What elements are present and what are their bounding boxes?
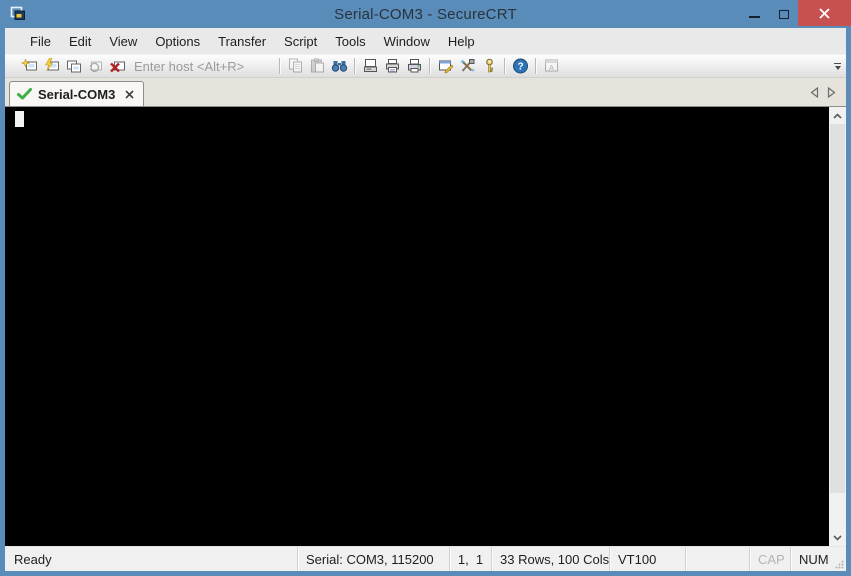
- menu-script[interactable]: Script: [275, 30, 326, 53]
- scroll-tabs-right-icon: [827, 86, 836, 98]
- help-icon: ?: [512, 58, 528, 74]
- menu-edit[interactable]: Edit: [60, 30, 100, 53]
- tab-serial-com3[interactable]: Serial-COM3: [9, 81, 145, 106]
- menu-view[interactable]: View: [100, 30, 146, 53]
- tab-close-icon: [125, 89, 134, 99]
- statusbar: Ready Serial: COM3, 115200 1, 1 33 Rows,…: [5, 546, 846, 571]
- session-options-icon: [438, 60, 453, 74]
- paste-button[interactable]: [306, 56, 328, 76]
- resize-grip-icon: [835, 560, 844, 569]
- find-icon: [331, 61, 347, 72]
- file-transfer-button[interactable]: A: [540, 56, 562, 76]
- global-options-button[interactable]: [456, 56, 478, 76]
- connect-button[interactable]: [18, 56, 40, 76]
- scrollbar-thumb[interactable]: [830, 124, 845, 493]
- print-icon: [407, 59, 421, 73]
- paste-icon: [310, 58, 324, 73]
- print-setup-button[interactable]: [381, 56, 403, 76]
- close-button[interactable]: [798, 0, 851, 26]
- help-button[interactable]: ?: [509, 56, 531, 76]
- menu-file[interactable]: File: [21, 30, 60, 53]
- tabbar: Serial-COM3: [5, 78, 846, 106]
- titlebar[interactable]: Serial-COM3 - SecureCRT: [0, 0, 851, 28]
- status-ready: Ready: [14, 551, 52, 567]
- menu-transfer[interactable]: Transfer: [209, 30, 275, 53]
- connected-check-icon: [17, 88, 32, 100]
- menu-tools[interactable]: Tools: [326, 30, 374, 53]
- global-options-icon: [459, 59, 475, 73]
- menu-help[interactable]: Help: [439, 30, 484, 53]
- maximize-button[interactable]: [769, 0, 798, 26]
- reconnect-button[interactable]: [84, 56, 106, 76]
- scroll-tabs-left-icon: [810, 86, 819, 98]
- menu-window[interactable]: Window: [375, 30, 439, 53]
- svg-text:A: A: [549, 65, 554, 72]
- minimize-icon: [749, 16, 760, 18]
- terminal-row: [5, 106, 846, 546]
- scroll-tabs-right-button[interactable]: [827, 86, 836, 98]
- toolbar-overflow-icon: [834, 62, 841, 64]
- connect-icon: [20, 58, 37, 71]
- scrollbar-track[interactable]: [829, 124, 846, 529]
- vertical-scrollbar[interactable]: [829, 107, 846, 546]
- session-options-button[interactable]: [434, 56, 456, 76]
- print-button[interactable]: [403, 56, 425, 76]
- file-transfer-icon: A: [544, 59, 558, 72]
- toolbar-separator: [279, 58, 280, 74]
- find-button[interactable]: [328, 56, 350, 76]
- status-cursor-position: 1, 1: [449, 547, 491, 571]
- resize-grip[interactable]: [833, 547, 846, 571]
- print-screen-button[interactable]: [359, 56, 381, 76]
- connect-in-tab-icon: [66, 60, 81, 73]
- reconnect-icon: [89, 61, 102, 73]
- copy-button[interactable]: [284, 56, 306, 76]
- tab-close-button[interactable]: [121, 89, 134, 99]
- status-connection: Serial: COM3, 115200: [297, 547, 449, 571]
- status-rows-cols: 33 Rows, 100 Cols: [491, 547, 609, 571]
- close-icon: [819, 7, 830, 19]
- disconnect-icon: [109, 61, 125, 73]
- status-emulation: VT100: [609, 547, 685, 571]
- print-setup-icon: [385, 59, 399, 73]
- window-title: Serial-COM3 - SecureCRT: [334, 5, 517, 23]
- securecrt-window: Serial-COM3 - SecureCRT File Edit View O…: [0, 0, 851, 576]
- maximize-icon: [778, 9, 789, 19]
- disconnect-button[interactable]: [106, 56, 128, 76]
- status-blank: [685, 547, 749, 571]
- key-generator-button[interactable]: [478, 56, 500, 76]
- toolbar-overflow-button[interactable]: [831, 57, 844, 75]
- quick-connect-icon: [44, 58, 59, 72]
- key-generator-icon: [485, 58, 493, 73]
- scroll-down-button[interactable]: [829, 529, 846, 546]
- toolbar-separator: [535, 58, 536, 74]
- terminal-cursor: [15, 111, 24, 127]
- app-icon[interactable]: [9, 5, 27, 23]
- menubar: File Edit View Options Transfer Script T…: [5, 28, 846, 54]
- status-num-indicator: NUM: [790, 547, 833, 571]
- toolbar: ? A: [5, 54, 846, 78]
- tab-label: Serial-COM3: [38, 86, 116, 102]
- print-screen-icon: [363, 59, 377, 72]
- chevron-up-icon: [833, 112, 842, 119]
- chevron-down-icon: [833, 534, 842, 541]
- status-caps-indicator: CAP: [749, 547, 790, 571]
- copy-icon: [288, 58, 302, 73]
- quick-connect-input[interactable]: [132, 57, 275, 75]
- toolbar-separator: [429, 58, 430, 74]
- minimize-button[interactable]: [740, 0, 769, 26]
- quick-connect-button[interactable]: [40, 56, 62, 76]
- connect-in-tab-button[interactable]: [62, 56, 84, 76]
- scroll-tabs-left-button[interactable]: [810, 86, 819, 98]
- toolbar-separator: [354, 58, 355, 74]
- svg-text:?: ?: [517, 62, 523, 73]
- menu-options[interactable]: Options: [146, 30, 209, 53]
- toolbar-separator: [504, 58, 505, 74]
- scroll-up-button[interactable]: [829, 107, 846, 124]
- terminal-screen[interactable]: [5, 107, 829, 546]
